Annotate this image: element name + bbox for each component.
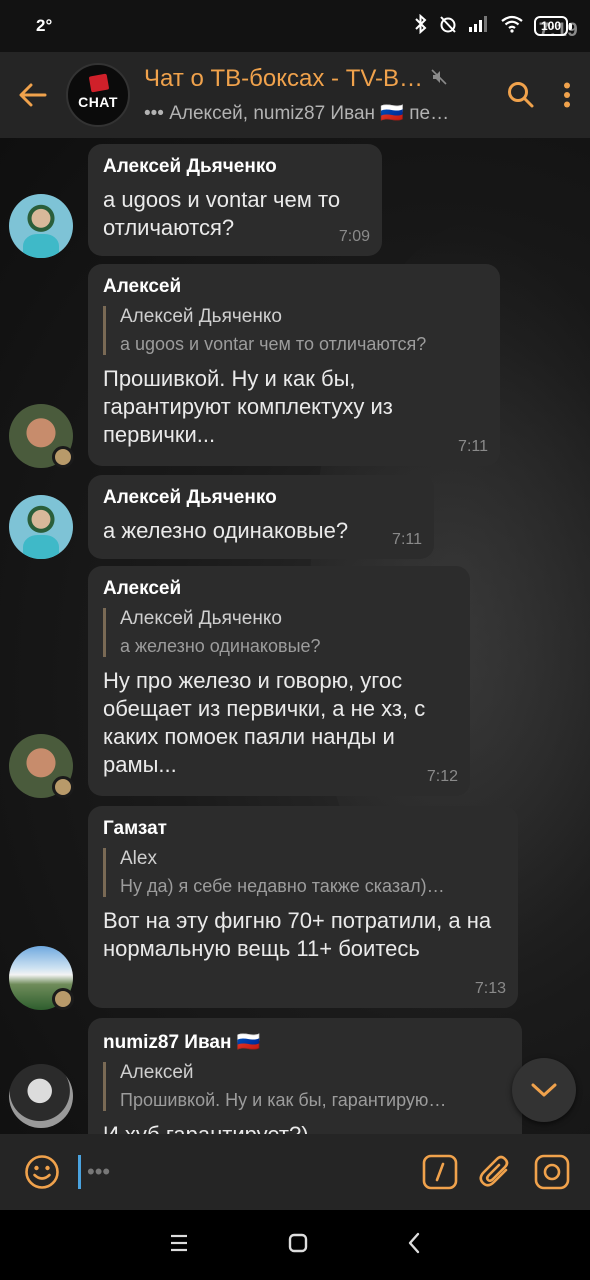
system-navigation-bar: [0, 1210, 590, 1280]
sender-name[interactable]: Алексей Дьяченко: [103, 487, 418, 509]
alarm-off-icon: [438, 14, 458, 38]
chevron-down-icon: [531, 1083, 557, 1097]
scroll-to-bottom-button[interactable]: [512, 1058, 576, 1122]
status-badge: [52, 776, 74, 798]
message-text: Ну про железо и говорю, угос обещает из …: [103, 668, 426, 777]
more-menu-button[interactable]: [544, 52, 590, 138]
message-time: 7:11: [392, 531, 422, 548]
message-composer: •••: [0, 1134, 590, 1210]
home-button[interactable]: [288, 1233, 308, 1258]
message-text: Прошивкой. Ну и как бы, гарантируют комп…: [103, 366, 393, 447]
smile-icon: [25, 1155, 59, 1189]
reply-quote[interactable]: Alex Ну да) я себе недавно также сказал)…: [103, 848, 502, 897]
reply-text: а железно одинаковые?: [120, 636, 321, 656]
message-list[interactable]: Алексей Дьяченко а ugoos и vontar чем то…: [0, 138, 590, 1134]
message-input[interactable]: •••: [78, 1149, 412, 1195]
reply-author: Алексей Дьяченко: [120, 306, 282, 327]
reply-quote[interactable]: Алексей Дьяченко а железно одинаковые?: [103, 608, 454, 657]
status-badge: [52, 446, 74, 468]
reply-author: Алексей Дьяченко: [120, 608, 282, 629]
input-placeholder: •••: [87, 1159, 111, 1184]
signal-icon: [468, 15, 490, 37]
sender-name[interactable]: Гамзат: [103, 818, 502, 840]
message-bubble[interactable]: Алексей Алексей Дьяченко а ugoos и vonta…: [88, 264, 500, 466]
message-text: Вот на эту фигню 70+ потратили, а на нор…: [103, 908, 492, 961]
reply-quote[interactable]: Алексей Дьяченко а ugoos и vontar чем то…: [103, 306, 484, 355]
status-badge: [52, 988, 74, 1010]
message-time: 7:11: [458, 438, 488, 455]
reply-author: Алексей: [120, 1062, 194, 1083]
chat-header: CHAT Чат о ТВ-боксах - TV-B… ••• Алексей…: [0, 52, 590, 138]
sender-name[interactable]: Алексей: [103, 578, 454, 600]
nav-back-button[interactable]: [407, 1232, 421, 1259]
search-icon: [508, 82, 534, 108]
message-bubble[interactable]: Алексей Дьяченко а железно одинаковые? 7…: [88, 475, 434, 559]
recent-apps-button[interactable]: [169, 1234, 189, 1257]
slash-command-icon: [422, 1154, 458, 1190]
sender-name[interactable]: Алексей Дьяченко: [103, 156, 366, 178]
message-bubble[interactable]: Алексей Алексей Дьяченко а железно одина…: [88, 566, 470, 796]
avatar[interactable]: [9, 1064, 73, 1128]
back-button[interactable]: [0, 52, 66, 138]
message-bubble[interactable]: Алексей Дьяченко а ugoos и vontar чем то…: [88, 144, 382, 256]
chat-title: Чат о ТВ-боксах - TV-B…: [144, 65, 424, 92]
avatar[interactable]: [9, 194, 73, 258]
logo-cube-icon: [88, 73, 110, 93]
reply-author: Alex: [120, 848, 157, 869]
reply-text: а ugoos и vontar чем то отличаются?: [120, 334, 427, 354]
back-arrow-icon: [19, 83, 47, 107]
sender-name[interactable]: numiz87 Иван 🇷🇺: [103, 1030, 506, 1054]
message-time: 7:13: [474, 980, 506, 997]
chat-title-block[interactable]: Чат о ТВ-боксах - TV-B… ••• Алексей, num…: [144, 65, 498, 125]
chat-subtitle-typing: ••• Алексей, numiz87 Иван 🇷🇺 пе…: [144, 103, 450, 124]
avatar[interactable]: [9, 495, 73, 559]
chat-avatar[interactable]: CHAT: [66, 63, 130, 127]
paperclip-icon: [479, 1155, 509, 1187]
message-time: 7:09: [338, 228, 370, 245]
message-time: 7:12: [426, 768, 458, 785]
sender-name[interactable]: Алексей: [103, 276, 484, 298]
status-icons: 100: [414, 13, 573, 38]
message-text: И хуб гарантирует?): [103, 1121, 506, 1134]
camera-button[interactable]: [524, 1134, 580, 1210]
more-vertical-icon: [564, 82, 570, 108]
message-bubble[interactable]: numiz87 Иван 🇷🇺 Алексей Прошивкой. Ну и …: [88, 1018, 522, 1134]
attach-button[interactable]: [468, 1134, 524, 1210]
wifi-icon: [500, 15, 524, 37]
notification-indicator: 2°: [36, 16, 53, 35]
reply-text: Прошивкой. Ну и как бы, гарантирую…: [120, 1090, 447, 1110]
message-text: а железно одинаковые?: [103, 518, 349, 543]
status-bar: 7:19 2° 100: [0, 0, 590, 52]
battery-icon: 100: [533, 16, 573, 36]
reply-quote[interactable]: Алексей Прошивкой. Ну и как бы, гарантир…: [103, 1062, 506, 1111]
menu-lines-icon: [171, 1234, 188, 1251]
message-bubble[interactable]: Гамзат Alex Ну да) я себе недавно также …: [88, 806, 518, 1008]
bluetooth-icon: [414, 13, 428, 38]
square-home-icon: [288, 1233, 308, 1252]
bot-commands-button[interactable]: [412, 1134, 468, 1210]
camera-icon: [534, 1154, 570, 1190]
reply-text: Ну да) я себе недавно также сказал)…: [120, 876, 445, 896]
emoji-button[interactable]: [14, 1134, 70, 1210]
message-text: а ugoos и vontar чем то отличаются?: [103, 187, 341, 240]
text-cursor: [78, 1155, 81, 1189]
search-button[interactable]: [498, 52, 544, 138]
chevron-left-icon: [408, 1232, 419, 1253]
chat-avatar-logo-text: CHAT: [78, 94, 118, 110]
mute-icon: [431, 68, 447, 90]
